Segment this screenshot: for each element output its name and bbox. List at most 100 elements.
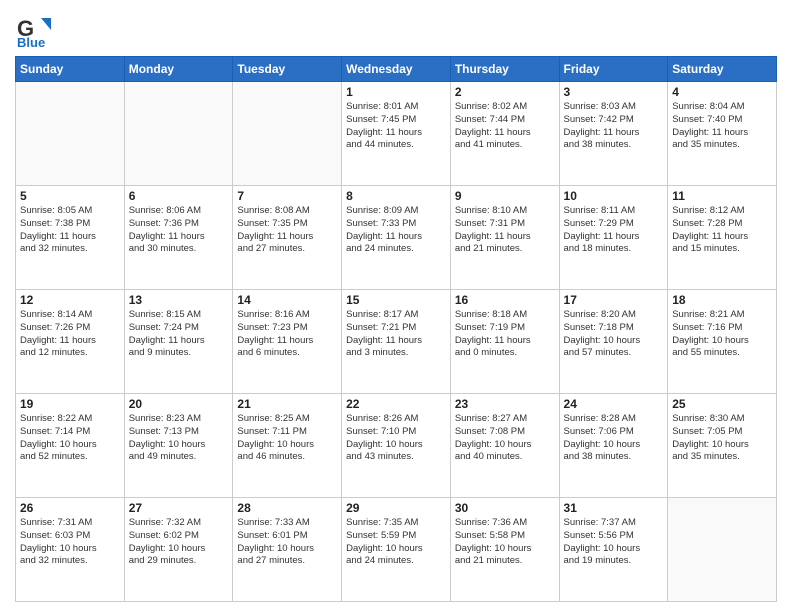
day-number: 5 xyxy=(20,189,120,203)
calendar-cell: 13 Sunrise: 8:15 AM Sunset: 7:24 PM Dayli… xyxy=(124,290,233,394)
calendar-cell: 20 Sunrise: 8:23 AM Sunset: 7:13 PM Dayli… xyxy=(124,394,233,498)
calendar-cell: 26Sunrise: 7:31 AM Sunset: 6:03 PM Dayli… xyxy=(16,498,125,602)
calendar-cell: 15Sunrise: 8:17 AM Sunset: 7:21 PM Dayli… xyxy=(342,290,451,394)
day-number: 19 xyxy=(20,397,120,411)
page: G Blue SundayMondayTuesdayWednesdayThurs… xyxy=(0,0,792,612)
svg-text:Blue: Blue xyxy=(17,35,45,48)
day-number: 22 xyxy=(346,397,446,411)
calendar-cell: 6 Sunrise: 8:06 AM Sunset: 7:36 PM Daylig… xyxy=(124,186,233,290)
cell-info: Sunrise: 8:01 AM Sunset: 7:45 PM Dayligh… xyxy=(346,101,446,152)
day-number: 16 xyxy=(455,293,555,307)
day-number: 10 xyxy=(564,189,664,203)
day-number: 29 xyxy=(346,501,446,515)
calendar-cell: 12 Sunrise: 8:14 AM Sunset: 7:26 PM Dayli… xyxy=(16,290,125,394)
cell-info: Sunrise: 8:15 AM Sunset: 7:24 PM Dayligh… xyxy=(129,309,229,360)
calendar-cell: 2Sunrise: 8:02 AM Sunset: 7:44 PM Daylig… xyxy=(450,82,559,186)
cell-info: Sunrise: 8:04 AM Sunset: 7:40 PM Dayligh… xyxy=(672,101,772,152)
cell-info: Sunrise: 8:28 AM Sunset: 7:06 PM Dayligh… xyxy=(564,413,664,464)
cell-info: Sunrise: 7:33 AM Sunset: 6:01 PM Dayligh… xyxy=(237,517,337,568)
day-number: 30 xyxy=(455,501,555,515)
day-number: 20 xyxy=(129,397,229,411)
cell-info: Sunrise: 8:17 AM Sunset: 7:21 PM Dayligh… xyxy=(346,309,446,360)
cell-info: Sunrise: 8:03 AM Sunset: 7:42 PM Dayligh… xyxy=(564,101,664,152)
day-number: 24 xyxy=(564,397,664,411)
day-number: 9 xyxy=(455,189,555,203)
day-header-thursday: Thursday xyxy=(450,57,559,82)
calendar-cell: 17Sunrise: 8:20 AM Sunset: 7:18 PM Dayli… xyxy=(559,290,668,394)
calendar-cell: 30Sunrise: 7:36 AM Sunset: 5:58 PM Dayli… xyxy=(450,498,559,602)
day-number: 1 xyxy=(346,85,446,99)
day-number: 7 xyxy=(237,189,337,203)
day-number: 13 xyxy=(129,293,229,307)
day-header-wednesday: Wednesday xyxy=(342,57,451,82)
calendar-cell: 25 Sunrise: 8:30 AM Sunset: 7:05 PM Dayli… xyxy=(668,394,777,498)
calendar-table: SundayMondayTuesdayWednesdayThursdayFrid… xyxy=(15,56,777,602)
day-number: 12 xyxy=(20,293,120,307)
day-header-monday: Monday xyxy=(124,57,233,82)
calendar-cell: 29Sunrise: 7:35 AM Sunset: 5:59 PM Dayli… xyxy=(342,498,451,602)
day-number: 18 xyxy=(672,293,772,307)
day-header-sunday: Sunday xyxy=(16,57,125,82)
day-number: 27 xyxy=(129,501,229,515)
calendar-cell: 10 Sunrise: 8:11 AM Sunset: 7:29 PM Dayli… xyxy=(559,186,668,290)
calendar-cell: 19Sunrise: 8:22 AM Sunset: 7:14 PM Dayli… xyxy=(16,394,125,498)
day-header-saturday: Saturday xyxy=(668,57,777,82)
calendar-cell: 22 Sunrise: 8:26 AM Sunset: 7:10 PM Dayli… xyxy=(342,394,451,498)
calendar-cell: 11Sunrise: 8:12 AM Sunset: 7:28 PM Dayli… xyxy=(668,186,777,290)
day-header-friday: Friday xyxy=(559,57,668,82)
week-row-5: 26Sunrise: 7:31 AM Sunset: 6:03 PM Dayli… xyxy=(16,498,777,602)
cell-info: Sunrise: 7:37 AM Sunset: 5:56 PM Dayligh… xyxy=(564,517,664,568)
cell-info: Sunrise: 8:16 AM Sunset: 7:23 PM Dayligh… xyxy=(237,309,337,360)
calendar-cell: 18 Sunrise: 8:21 AM Sunset: 7:16 PM Dayli… xyxy=(668,290,777,394)
calendar-cell: 9 Sunrise: 8:10 AM Sunset: 7:31 PM Daylig… xyxy=(450,186,559,290)
cell-info: Sunrise: 8:11 AM Sunset: 7:29 PM Dayligh… xyxy=(564,205,664,256)
calendar-cell: 3 Sunrise: 8:03 AM Sunset: 7:42 PM Daylig… xyxy=(559,82,668,186)
cell-info: Sunrise: 7:31 AM Sunset: 6:03 PM Dayligh… xyxy=(20,517,120,568)
week-row-2: 5 Sunrise: 8:05 AM Sunset: 7:38 PM Daylig… xyxy=(16,186,777,290)
calendar-cell: 21 Sunrise: 8:25 AM Sunset: 7:11 PM Dayli… xyxy=(233,394,342,498)
cell-info: Sunrise: 8:27 AM Sunset: 7:08 PM Dayligh… xyxy=(455,413,555,464)
cell-info: Sunrise: 8:30 AM Sunset: 7:05 PM Dayligh… xyxy=(672,413,772,464)
day-header-tuesday: Tuesday xyxy=(233,57,342,82)
calendar-cell: 14Sunrise: 8:16 AM Sunset: 7:23 PM Dayli… xyxy=(233,290,342,394)
calendar-cell: 5 Sunrise: 8:05 AM Sunset: 7:38 PM Daylig… xyxy=(16,186,125,290)
cell-info: Sunrise: 8:05 AM Sunset: 7:38 PM Dayligh… xyxy=(20,205,120,256)
calendar-cell: 4 Sunrise: 8:04 AM Sunset: 7:40 PM Daylig… xyxy=(668,82,777,186)
calendar-cell: 27Sunrise: 7:32 AM Sunset: 6:02 PM Dayli… xyxy=(124,498,233,602)
calendar-cell xyxy=(668,498,777,602)
day-number: 11 xyxy=(672,189,772,203)
cell-info: Sunrise: 8:14 AM Sunset: 7:26 PM Dayligh… xyxy=(20,309,120,360)
calendar-cell: 31 Sunrise: 7:37 AM Sunset: 5:56 PM Dayli… xyxy=(559,498,668,602)
calendar-cell: 16 Sunrise: 8:18 AM Sunset: 7:19 PM Dayli… xyxy=(450,290,559,394)
cell-info: Sunrise: 8:21 AM Sunset: 7:16 PM Dayligh… xyxy=(672,309,772,360)
day-number: 3 xyxy=(564,85,664,99)
header: G Blue xyxy=(15,10,777,48)
calendar-cell: 24 Sunrise: 8:28 AM Sunset: 7:06 PM Dayli… xyxy=(559,394,668,498)
day-number: 6 xyxy=(129,189,229,203)
day-number: 21 xyxy=(237,397,337,411)
calendar-cell xyxy=(124,82,233,186)
calendar-cell xyxy=(233,82,342,186)
calendar-header-row: SundayMondayTuesdayWednesdayThursdayFrid… xyxy=(16,57,777,82)
calendar-cell: 28Sunrise: 7:33 AM Sunset: 6:01 PM Dayli… xyxy=(233,498,342,602)
calendar-cell: 7 Sunrise: 8:08 AM Sunset: 7:35 PM Daylig… xyxy=(233,186,342,290)
day-number: 23 xyxy=(455,397,555,411)
cell-info: Sunrise: 8:26 AM Sunset: 7:10 PM Dayligh… xyxy=(346,413,446,464)
cell-info: Sunrise: 8:10 AM Sunset: 7:31 PM Dayligh… xyxy=(455,205,555,256)
cell-info: Sunrise: 8:25 AM Sunset: 7:11 PM Dayligh… xyxy=(237,413,337,464)
week-row-1: 1 Sunrise: 8:01 AM Sunset: 7:45 PM Daylig… xyxy=(16,82,777,186)
day-number: 25 xyxy=(672,397,772,411)
cell-info: Sunrise: 8:18 AM Sunset: 7:19 PM Dayligh… xyxy=(455,309,555,360)
day-number: 17 xyxy=(564,293,664,307)
calendar-cell: 8Sunrise: 8:09 AM Sunset: 7:33 PM Daylig… xyxy=(342,186,451,290)
logo-icon: G Blue xyxy=(15,10,53,48)
cell-info: Sunrise: 8:09 AM Sunset: 7:33 PM Dayligh… xyxy=(346,205,446,256)
day-number: 31 xyxy=(564,501,664,515)
cell-info: Sunrise: 8:08 AM Sunset: 7:35 PM Dayligh… xyxy=(237,205,337,256)
day-number: 4 xyxy=(672,85,772,99)
cell-info: Sunrise: 8:23 AM Sunset: 7:13 PM Dayligh… xyxy=(129,413,229,464)
cell-info: Sunrise: 8:02 AM Sunset: 7:44 PM Dayligh… xyxy=(455,101,555,152)
calendar-cell: 23 Sunrise: 8:27 AM Sunset: 7:08 PM Dayli… xyxy=(450,394,559,498)
calendar-cell xyxy=(16,82,125,186)
cell-info: Sunrise: 8:06 AM Sunset: 7:36 PM Dayligh… xyxy=(129,205,229,256)
